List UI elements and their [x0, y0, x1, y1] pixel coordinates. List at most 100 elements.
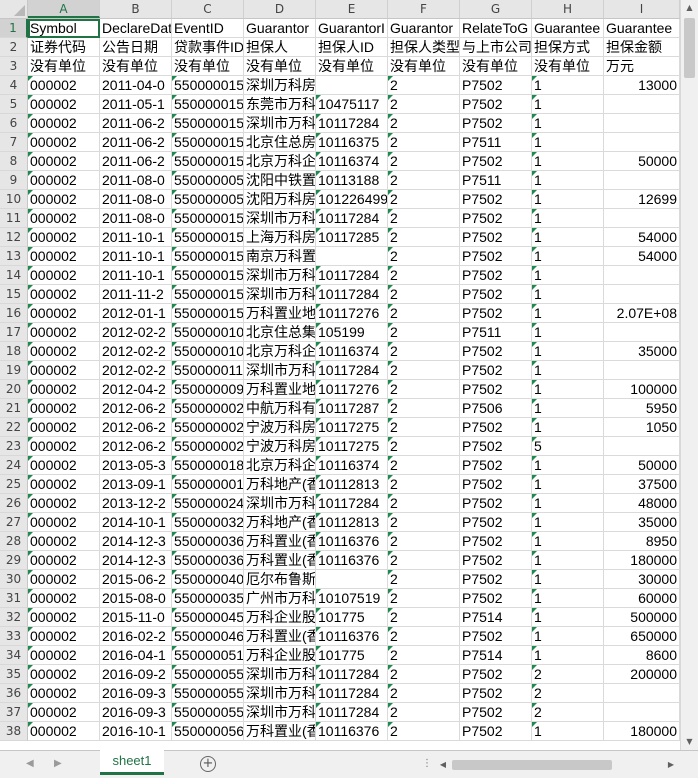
cell-h27[interactable]: 1: [532, 513, 604, 532]
cell-g9[interactable]: P7511: [460, 171, 532, 190]
cell-c35[interactable]: 550000055: [172, 665, 244, 684]
cell-e14[interactable]: 10117284: [316, 266, 388, 285]
cell-e28[interactable]: 10116376: [316, 532, 388, 551]
column-header-f[interactable]: F: [388, 0, 460, 18]
cell-i38[interactable]: 180000: [604, 722, 680, 741]
cell-c3[interactable]: 没有单位: [172, 57, 244, 76]
cell-f30[interactable]: 2: [388, 570, 460, 589]
cell-b37[interactable]: 2016-09-3: [100, 703, 172, 722]
cell-h20[interactable]: 1: [532, 380, 604, 399]
cell-c8[interactable]: 550000015: [172, 152, 244, 171]
cell-e34[interactable]: 101775: [316, 646, 388, 665]
cell-g34[interactable]: P7514: [460, 646, 532, 665]
cell-g27[interactable]: P7502: [460, 513, 532, 532]
cell-h17[interactable]: 1: [532, 323, 604, 342]
cell-h19[interactable]: 1: [532, 361, 604, 380]
cell-e16[interactable]: 10117276: [316, 304, 388, 323]
cell-c16[interactable]: 550000015: [172, 304, 244, 323]
cell-a36[interactable]: 000002: [28, 684, 100, 703]
cell-i30[interactable]: 30000: [604, 570, 680, 589]
cell-i33[interactable]: 650000: [604, 627, 680, 646]
cell-i37[interactable]: [604, 703, 680, 722]
cell-h2[interactable]: 担保方式: [532, 38, 604, 57]
scroll-up-arrow-icon[interactable]: ▲: [681, 0, 698, 16]
cell-e31[interactable]: 10107519: [316, 589, 388, 608]
cell-d24[interactable]: 北京万科企: [244, 456, 316, 475]
sheet-tab-sheet1[interactable]: sheet1: [100, 750, 164, 775]
cell-g24[interactable]: P7502: [460, 456, 532, 475]
cell-a3[interactable]: 没有单位: [28, 57, 100, 76]
cell-c17[interactable]: 550000010: [172, 323, 244, 342]
cell-a1[interactable]: Symbol: [28, 19, 100, 38]
cell-g15[interactable]: P7502: [460, 285, 532, 304]
row-header-34[interactable]: 34: [0, 646, 28, 665]
cell-b16[interactable]: 2012-01-1: [100, 304, 172, 323]
cell-g6[interactable]: P7502: [460, 114, 532, 133]
cell-i1[interactable]: Guarantee: [604, 19, 680, 38]
cell-h23[interactable]: 5: [532, 437, 604, 456]
cell-g31[interactable]: P7502: [460, 589, 532, 608]
cell-c12[interactable]: 550000015: [172, 228, 244, 247]
cell-f3[interactable]: 没有单位: [388, 57, 460, 76]
cell-e8[interactable]: 10116374: [316, 152, 388, 171]
cell-e17[interactable]: 105199: [316, 323, 388, 342]
cell-d10[interactable]: 沈阳万科房: [244, 190, 316, 209]
cell-e1[interactable]: GuarantorI: [316, 19, 388, 38]
cell-f34[interactable]: 2: [388, 646, 460, 665]
cell-h11[interactable]: 1: [532, 209, 604, 228]
cell-i14[interactable]: [604, 266, 680, 285]
cell-i16[interactable]: 2.07E+08: [604, 304, 680, 323]
cell-b28[interactable]: 2014-12-3: [100, 532, 172, 551]
cell-b7[interactable]: 2011-06-2: [100, 133, 172, 152]
cell-d17[interactable]: 北京住总集: [244, 323, 316, 342]
cell-i18[interactable]: 35000: [604, 342, 680, 361]
cell-g36[interactable]: P7502: [460, 684, 532, 703]
cell-b33[interactable]: 2016-02-2: [100, 627, 172, 646]
scroll-left-arrow-icon[interactable]: ◀: [436, 757, 450, 773]
horizontal-scroll-thumb[interactable]: [452, 760, 612, 770]
cell-g21[interactable]: P7506: [460, 399, 532, 418]
row-header-1[interactable]: 1: [0, 19, 28, 38]
row-header-21[interactable]: 21: [0, 399, 28, 418]
cell-g26[interactable]: P7502: [460, 494, 532, 513]
cell-h10[interactable]: 1: [532, 190, 604, 209]
row-header-38[interactable]: 38: [0, 722, 28, 741]
row-header-2[interactable]: 2: [0, 38, 28, 57]
cell-f26[interactable]: 2: [388, 494, 460, 513]
cell-h14[interactable]: 1: [532, 266, 604, 285]
cell-f20[interactable]: 2: [388, 380, 460, 399]
cell-h6[interactable]: 1: [532, 114, 604, 133]
sheet-nav-next-icon[interactable]: ▶: [54, 758, 62, 769]
cell-i20[interactable]: 100000: [604, 380, 680, 399]
cell-d3[interactable]: 没有单位: [244, 57, 316, 76]
cell-b5[interactable]: 2011-05-1: [100, 95, 172, 114]
cell-i6[interactable]: [604, 114, 680, 133]
cell-i21[interactable]: 5950: [604, 399, 680, 418]
cell-b8[interactable]: 2011-06-2: [100, 152, 172, 171]
cell-b6[interactable]: 2011-06-2: [100, 114, 172, 133]
cell-h8[interactable]: 1: [532, 152, 604, 171]
cell-e23[interactable]: 10117275: [316, 437, 388, 456]
cell-c32[interactable]: 550000045: [172, 608, 244, 627]
cell-c1[interactable]: EventID: [172, 19, 244, 38]
cell-d27[interactable]: 万科地产(香: [244, 513, 316, 532]
cell-b3[interactable]: 没有单位: [100, 57, 172, 76]
cell-e10[interactable]: 101226499: [316, 190, 388, 209]
cell-b15[interactable]: 2011-11-2: [100, 285, 172, 304]
cell-e11[interactable]: 10117284: [316, 209, 388, 228]
cell-g17[interactable]: P7511: [460, 323, 532, 342]
cell-e21[interactable]: 10117287: [316, 399, 388, 418]
cell-i27[interactable]: 35000: [604, 513, 680, 532]
cell-d20[interactable]: 万科置业地: [244, 380, 316, 399]
cell-b31[interactable]: 2015-08-0: [100, 589, 172, 608]
cell-f33[interactable]: 2: [388, 627, 460, 646]
cell-d38[interactable]: 万科置业(香: [244, 722, 316, 741]
cell-c19[interactable]: 550000011: [172, 361, 244, 380]
cell-d28[interactable]: 万科置业(香: [244, 532, 316, 551]
cell-d8[interactable]: 北京万科企: [244, 152, 316, 171]
cell-e7[interactable]: 10116375: [316, 133, 388, 152]
cell-b36[interactable]: 2016-09-3: [100, 684, 172, 703]
cell-e22[interactable]: 10117275: [316, 418, 388, 437]
cell-e26[interactable]: 10117284: [316, 494, 388, 513]
cell-f10[interactable]: 2: [388, 190, 460, 209]
